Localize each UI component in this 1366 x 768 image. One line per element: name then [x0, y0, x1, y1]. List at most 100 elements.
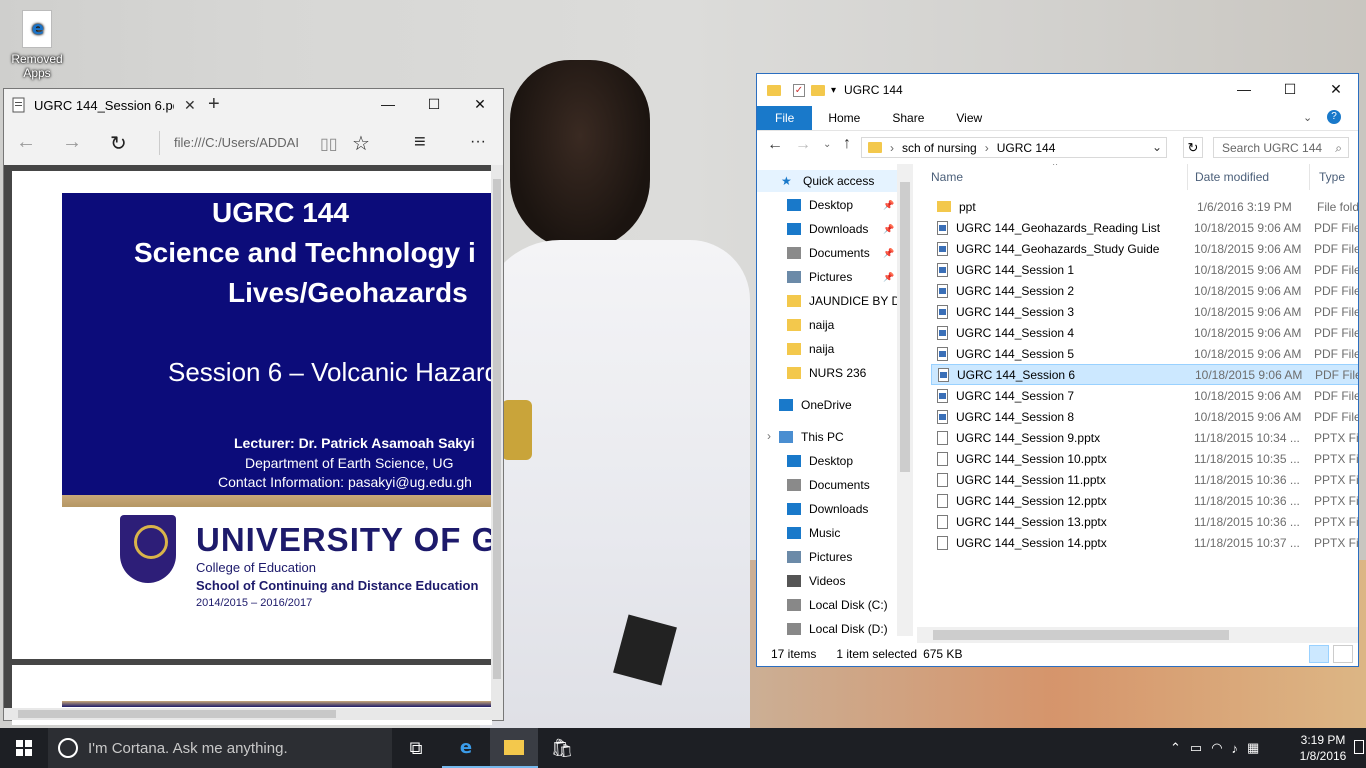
nav-item[interactable]: JAUNDICE BY DR	[787, 290, 909, 312]
file-row[interactable]: UGRC 144_Session 7 10/18/2015 9:06 AM PDF …	[931, 385, 1358, 406]
horizontal-scrollbar[interactable]	[4, 708, 491, 720]
pin-icon[interactable]: 📌	[883, 248, 894, 259]
back-icon[interactable]: ←	[767, 136, 783, 154]
nav-item[interactable]: naija	[787, 338, 834, 360]
nav-item[interactable]: NURS 236	[787, 362, 866, 384]
customize-toolbar-icon[interactable]: ▾	[831, 85, 836, 96]
clock[interactable]: 3:19 PM 1/8/2016	[1296, 732, 1350, 764]
edge-taskbar-icon[interactable]: e	[442, 728, 490, 768]
column-header-type[interactable]: Type	[1319, 170, 1345, 184]
address-bar[interactable]: file:///C:/Users/ADDAI	[174, 135, 304, 150]
breadcrumb[interactable]: › sch of nursing › UGRC 144 ⌄	[861, 137, 1167, 158]
nav-item[interactable]: Downloads	[787, 498, 868, 520]
action-center-icon[interactable]	[1354, 740, 1364, 754]
file-row[interactable]: UGRC 144_Session 1 10/18/2015 9:06 AM PDF …	[931, 259, 1358, 280]
breadcrumb-item[interactable]: sch of nursing	[902, 141, 977, 155]
pin-icon[interactable]: 📌	[883, 272, 894, 283]
address-dropdown-icon[interactable]: ⌄	[1152, 140, 1162, 154]
hub-icon[interactable]: ≡	[414, 131, 426, 154]
cortana-search-box[interactable]: I'm Cortana. Ask me anything.	[48, 728, 392, 768]
expand-ribbon-icon[interactable]: ⌄	[1303, 111, 1312, 124]
column-header-name[interactable]: Name	[931, 170, 963, 184]
nav-item[interactable]: Desktop	[787, 450, 853, 472]
more-icon[interactable]: ···	[470, 133, 486, 151]
column-header-date[interactable]: Date modified	[1195, 170, 1269, 184]
desktop-icon-removed-apps[interactable]: e Removed Apps	[8, 10, 66, 80]
keyboard-icon[interactable]: ▦	[1247, 740, 1259, 756]
nav-item[interactable]: OneDrive	[779, 394, 852, 416]
nav-item[interactable]: Pictures 📌	[787, 266, 894, 288]
nav-item[interactable]: Pictures	[787, 546, 852, 568]
search-input[interactable]: Search UGRC 144 ⌕	[1213, 137, 1349, 158]
start-button[interactable]	[0, 728, 48, 768]
file-row[interactable]: UGRC 144_Session 2 10/18/2015 9:06 AM PDF …	[931, 280, 1358, 301]
back-icon[interactable]: ←	[16, 131, 36, 154]
nav-scrollbar[interactable]	[897, 164, 913, 636]
file-row[interactable]: UGRC 144_Session 5 10/18/2015 9:06 AM PDF …	[931, 343, 1358, 364]
close-tab-icon[interactable]: ✕	[184, 97, 196, 114]
file-row[interactable]: UGRC 144_Session 14.pptx 11/18/2015 10:37…	[931, 532, 1358, 553]
nav-item[interactable]: Videos	[787, 570, 845, 592]
minimize-icon[interactable]: —	[1221, 74, 1267, 104]
file-row[interactable]: ppt 1/6/2016 3:19 PM File fold	[931, 196, 1358, 217]
reading-view-icon[interactable]: ▯▯	[320, 134, 338, 154]
forward-icon[interactable]: →	[795, 136, 811, 154]
file-row[interactable]: UGRC 144_Session 13.pptx 11/18/2015 10:36…	[931, 511, 1358, 532]
file-row[interactable]: UGRC 144_Session 12.pptx 11/18/2015 10:36…	[931, 490, 1358, 511]
refresh-icon[interactable]: ↻	[110, 131, 127, 156]
details-view-icon[interactable]	[1309, 645, 1329, 663]
breadcrumb-item[interactable]: UGRC 144	[997, 141, 1056, 155]
file-row[interactable]: UGRC 144_Session 3 10/18/2015 9:06 AM PDF …	[931, 301, 1358, 322]
nav-item[interactable]: naija	[787, 314, 834, 336]
pin-icon[interactable]: 📌	[883, 200, 894, 211]
edge-tab[interactable]: UGRC 144_Session 6.pdf ✕	[4, 89, 204, 121]
nav-item[interactable]: Documents	[787, 474, 870, 496]
horizontal-scrollbar[interactable]	[917, 627, 1358, 643]
search-icon[interactable]: ⌕	[1335, 141, 1342, 156]
task-view-icon[interactable]: ⧉	[392, 728, 440, 768]
nav-item[interactable]: Music	[787, 522, 840, 544]
vertical-scrollbar[interactable]	[491, 165, 503, 720]
file-row[interactable]: UGRC 144_Session 4 10/18/2015 9:06 AM PDF …	[931, 322, 1358, 343]
tab-view[interactable]: View	[940, 106, 998, 130]
volume-icon[interactable]: ♪	[1232, 741, 1239, 756]
maximize-icon[interactable]: ☐	[1267, 74, 1313, 104]
file-row[interactable]: UGRC 144_Geohazards_Reading List 10/18/20…	[931, 217, 1358, 238]
close-icon[interactable]: ✕	[1313, 74, 1359, 104]
file-row[interactable]: UGRC 144_Session 9.pptx 11/18/2015 10:34 …	[931, 427, 1358, 448]
properties-icon[interactable]: ✓	[793, 83, 805, 97]
nav-item[interactable]: Local Disk (D:)	[787, 618, 888, 640]
nav-item[interactable]: Documents 📌	[787, 242, 894, 264]
help-icon[interactable]: ?	[1327, 110, 1341, 124]
file-row[interactable]: UGRC 144_Session 10.pptx 11/18/2015 10:35…	[931, 448, 1358, 469]
nav-item[interactable]: This PC	[779, 426, 844, 448]
file-row[interactable]: UGRC 144_Session 8 10/18/2015 9:06 AM PDF …	[931, 406, 1358, 427]
new-folder-icon[interactable]	[811, 84, 825, 96]
tab-share[interactable]: Share	[876, 106, 940, 130]
refresh-icon[interactable]: ↻	[1183, 137, 1203, 158]
file-row[interactable]: UGRC 144_Geohazards_Study Guide 10/18/201…	[931, 238, 1358, 259]
store-taskbar-icon[interactable]: 🛍	[538, 728, 586, 768]
maximize-icon[interactable]: ☐	[411, 89, 457, 119]
favorite-star-icon[interactable]: ☆	[352, 131, 370, 156]
new-tab-icon[interactable]: +	[208, 93, 220, 116]
file-row[interactable]: UGRC 144_Session 11.pptx 11/18/2015 10:36…	[931, 469, 1358, 490]
tab-file[interactable]: File	[757, 106, 813, 130]
forward-icon[interactable]: →	[62, 131, 82, 154]
recent-locations-icon[interactable]: ⌄	[823, 139, 831, 150]
minimize-icon[interactable]: —	[365, 89, 411, 119]
close-icon[interactable]: ✕	[457, 89, 503, 119]
large-icons-view-icon[interactable]	[1333, 645, 1353, 663]
file-row[interactable]: UGRC 144_Session 6 10/18/2015 9:06 AM PDF …	[931, 364, 1358, 385]
nav-item[interactable]: ★ Quick access	[757, 170, 897, 192]
show-hidden-icons-icon[interactable]: ⌃	[1170, 740, 1181, 756]
file-explorer-taskbar-icon[interactable]	[490, 728, 538, 768]
expand-chevron-icon[interactable]: ›	[767, 429, 771, 443]
up-icon[interactable]: ↑	[843, 135, 851, 153]
network-icon[interactable]: ◠	[1211, 740, 1222, 756]
nav-item[interactable]: Downloads 📌	[787, 218, 894, 240]
tab-home[interactable]: Home	[812, 106, 876, 130]
nav-item[interactable]: Desktop 📌	[787, 194, 894, 216]
nav-item[interactable]: Local Disk (C:)	[787, 594, 888, 616]
pin-icon[interactable]: 📌	[883, 224, 894, 235]
